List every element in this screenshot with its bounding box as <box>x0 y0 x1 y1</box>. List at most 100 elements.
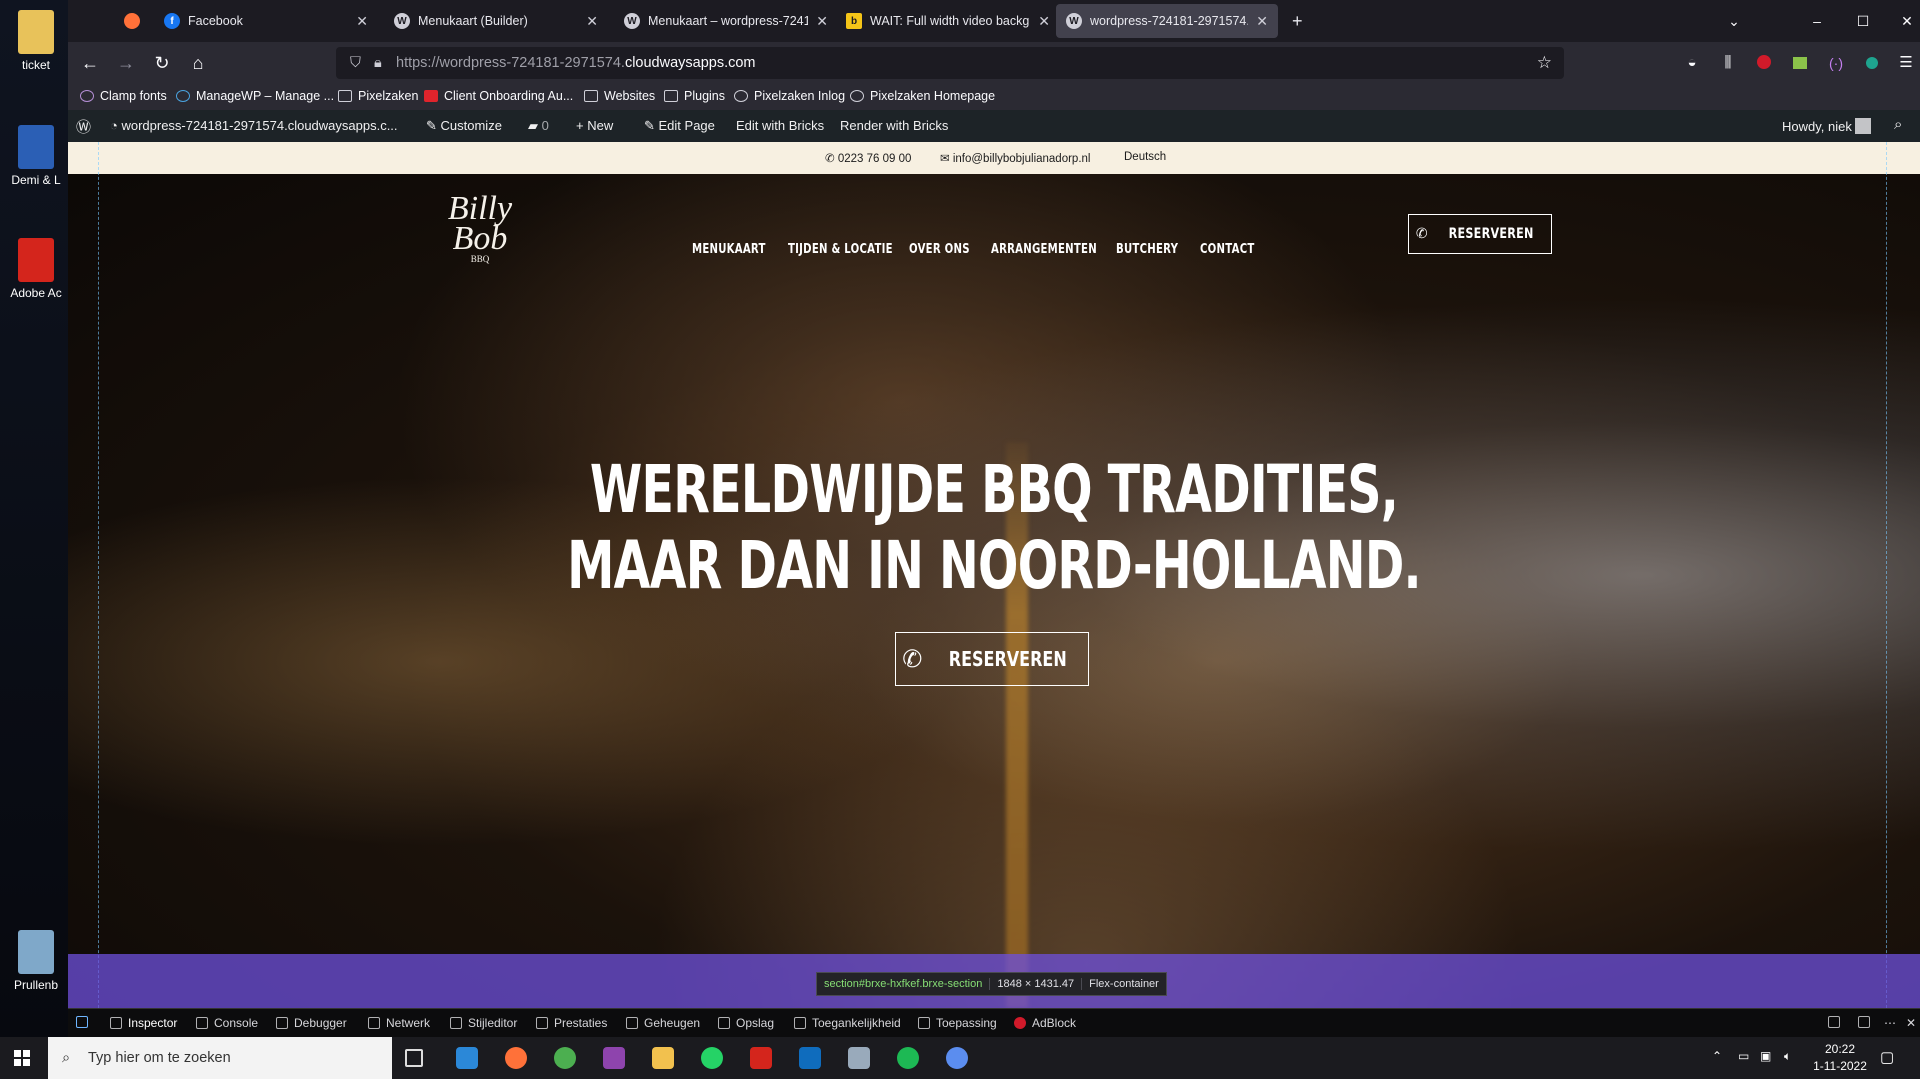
tab-facebook[interactable]: f Facebook ✕ <box>154 4 378 38</box>
wp-render-with-bricks[interactable]: Render with Bricks <box>840 118 948 133</box>
nav-butchery[interactable]: BUTCHERY <box>1116 242 1178 257</box>
responsive-mode-icon[interactable] <box>1858 1016 1876 1028</box>
close-icon[interactable]: ✕ <box>1038 13 1050 30</box>
mail-icon[interactable] <box>848 1047 870 1069</box>
hero-reserveren-button[interactable]: ✆ RESERVEREN <box>895 632 1089 686</box>
extension-round-icon[interactable] <box>1860 51 1884 75</box>
wp-edit-page[interactable]: ✎ Edit Page <box>644 118 715 134</box>
nav-arrangementen[interactable]: ARRANGEMENTEN <box>991 242 1097 257</box>
forward-icon[interactable]: → <box>114 51 138 75</box>
contact-email[interactable]: ✉ info@billybobjulianadorp.nl <box>940 151 1090 165</box>
bookmark-folder-plugins[interactable]: Plugins <box>664 89 725 103</box>
extension-bracket-icon[interactable]: (·) <box>1824 51 1848 75</box>
nav-contact[interactable]: CONTACT <box>1200 242 1255 257</box>
url-bar[interactable]: ⛉ 🔒︎ https://wordpress-724181-2971574.cl… <box>336 47 1564 79</box>
wp-howdy-user[interactable]: Howdy, niek <box>1782 118 1872 134</box>
devtools-tab-toegankelijkheid[interactable]: Toegankelijkheid <box>794 1016 901 1030</box>
window-close-icon[interactable]: ✕ <box>1895 9 1919 33</box>
volume-icon[interactable]: 🔈︎ <box>1784 1049 1791 1079</box>
tab-menukaart-wordpress[interactable]: W Menukaart – wordpress-724181 ✕ <box>614 4 838 38</box>
devtools-tab-inspector[interactable]: Inspector <box>110 1016 177 1030</box>
desktop-icon-word-doc[interactable]: Demi & L <box>6 125 66 187</box>
pocket-icon[interactable]: ◒ <box>1680 51 1704 75</box>
maximize-icon[interactable]: ☐ <box>1851 9 1875 33</box>
devtools-tab-adblock[interactable]: AdBlock <box>1014 1016 1076 1030</box>
nav-tijden-locatie[interactable]: TIJDEN & LOCATIE <box>788 242 893 257</box>
app-icon[interactable] <box>946 1047 968 1069</box>
store-icon[interactable] <box>456 1047 478 1069</box>
devtools-tab-stijleditor[interactable]: Stijleditor <box>450 1016 517 1030</box>
wp-edit-with-bricks[interactable]: Edit with Bricks <box>736 118 824 133</box>
shield-icon[interactable]: ⛉ <box>350 47 361 79</box>
bookmark-folder-websites[interactable]: Websites <box>584 89 655 103</box>
close-icon[interactable]: ✕ <box>356 13 368 30</box>
tab-menukaart-builder[interactable]: W Menukaart (Builder) ✕ <box>384 4 608 38</box>
wp-new[interactable]: + New <box>576 118 613 133</box>
devtools-tab-netwerk[interactable]: Netwerk <box>368 1016 430 1030</box>
devtools-tab-toepassing[interactable]: Toepassing <box>918 1016 997 1030</box>
tab-wordpress-site[interactable]: W wordpress-724181-2971574.clou ✕ <box>1056 4 1278 38</box>
lock-icon[interactable]: 🔒︎ <box>374 47 382 79</box>
bookmark-client-onboarding[interactable]: Client Onboarding Au... <box>424 89 573 103</box>
wp-site-name[interactable]: ◔ wordpress-724181-2971574.cloudwaysapps… <box>110 118 398 133</box>
header-reserveren-button[interactable]: ✆ RESERVEREN <box>1408 214 1552 254</box>
close-icon[interactable]: ✕ <box>586 13 598 30</box>
bookmark-star-icon[interactable]: ☆ <box>1537 47 1552 79</box>
back-icon[interactable]: ← <box>78 51 102 75</box>
wp-comments[interactable]: ▰ 0 <box>528 118 549 134</box>
affinity-designer-icon[interactable] <box>603 1047 625 1069</box>
taskbar-search-input[interactable]: ⌕ Typ hier om te zoeken <box>48 1037 392 1079</box>
spotify-icon[interactable] <box>897 1047 919 1069</box>
acrobat-icon[interactable] <box>750 1047 772 1069</box>
close-icon[interactable]: ✕ <box>816 13 828 30</box>
desktop-icon-recycle-bin[interactable]: Prullenb <box>6 930 66 992</box>
language-switch[interactable]: Deutsch <box>1124 151 1166 163</box>
firefox-menu-icon[interactable] <box>114 4 146 38</box>
bookmark-clamp-fonts[interactable]: Clamp fonts <box>80 89 167 103</box>
reload-icon[interactable]: ↻ <box>150 51 174 75</box>
bookmark-pixelzaken-inlog[interactable]: Pixelzaken Inlog <box>734 89 845 103</box>
bookmark-pixelzaken-homepage[interactable]: Pixelzaken Homepage <box>850 89 995 103</box>
new-tab-button[interactable]: + <box>1282 4 1314 38</box>
tray-device-icon[interactable]: ▭ <box>1738 1049 1749 1079</box>
notifications-icon[interactable]: ▢ <box>1880 1048 1894 1079</box>
outlook-icon[interactable] <box>799 1047 821 1069</box>
desktop-icon-ticket[interactable]: ticket <box>6 10 66 72</box>
bookmark-managewp[interactable]: ManageWP – Manage ... <box>176 89 334 103</box>
network-icon[interactable]: ▣ <box>1760 1049 1771 1079</box>
library-icon[interactable]: ⫼ <box>1716 51 1740 75</box>
desktop-icon-adobe[interactable]: Adobe Ac <box>6 238 66 300</box>
devtools-tab-prestaties[interactable]: Prestaties <box>536 1016 607 1030</box>
extension-green-icon[interactable] <box>1788 51 1812 75</box>
home-icon[interactable]: ⌂ <box>186 51 210 75</box>
contact-phone[interactable]: ✆ 0223 76 09 00 <box>825 151 911 165</box>
search-icon[interactable]: ⌕ <box>1894 116 1902 133</box>
devtools-tab-debugger[interactable]: Debugger <box>276 1016 347 1030</box>
chevron-down-icon[interactable]: ⌄ <box>1722 9 1746 33</box>
file-explorer-icon[interactable] <box>652 1047 674 1069</box>
chrome-icon[interactable] <box>554 1047 576 1069</box>
close-icon[interactable]: ✕ <box>1256 13 1268 30</box>
whatsapp-icon[interactable] <box>701 1047 723 1069</box>
tab-wait-video[interactable]: b WAIT: Full width video backgro ✕ <box>836 4 1060 38</box>
windows-start-icon[interactable] <box>14 1050 30 1066</box>
task-view-icon[interactable] <box>405 1049 423 1067</box>
devtools-close-icon[interactable]: ✕ <box>1906 1016 1916 1030</box>
more-options-icon[interactable]: ⋯ <box>1884 1016 1896 1030</box>
taskbar-clock[interactable]: 20:22 1-11-2022 <box>1810 1041 1870 1079</box>
element-picker-icon[interactable] <box>76 1016 94 1028</box>
devtools-tab-opslag[interactable]: Opslag <box>718 1016 774 1030</box>
site-logo[interactable]: Billy Bob BBQ <box>438 192 522 278</box>
nav-menukaart[interactable]: MENUKAART <box>692 242 766 257</box>
wordpress-logo-icon[interactable]: Ⓦ <box>76 116 91 137</box>
wp-customize[interactable]: ✎ Customize <box>426 118 502 134</box>
tray-chevron-icon[interactable]: ⌃ <box>1712 1049 1722 1079</box>
bookmark-folder-pixelzaken[interactable]: Pixelzaken <box>338 89 418 103</box>
minimize-icon[interactable]: – <box>1805 9 1829 33</box>
hamburger-menu-icon[interactable]: ☰ <box>1894 51 1918 75</box>
devtools-tab-geheugen[interactable]: Geheugen <box>626 1016 700 1030</box>
dock-side-icon[interactable] <box>1828 1016 1846 1028</box>
adblock-extension-icon[interactable] <box>1752 51 1776 75</box>
firefox-icon[interactable] <box>505 1047 527 1069</box>
nav-over-ons[interactable]: OVER ONS <box>909 242 970 257</box>
